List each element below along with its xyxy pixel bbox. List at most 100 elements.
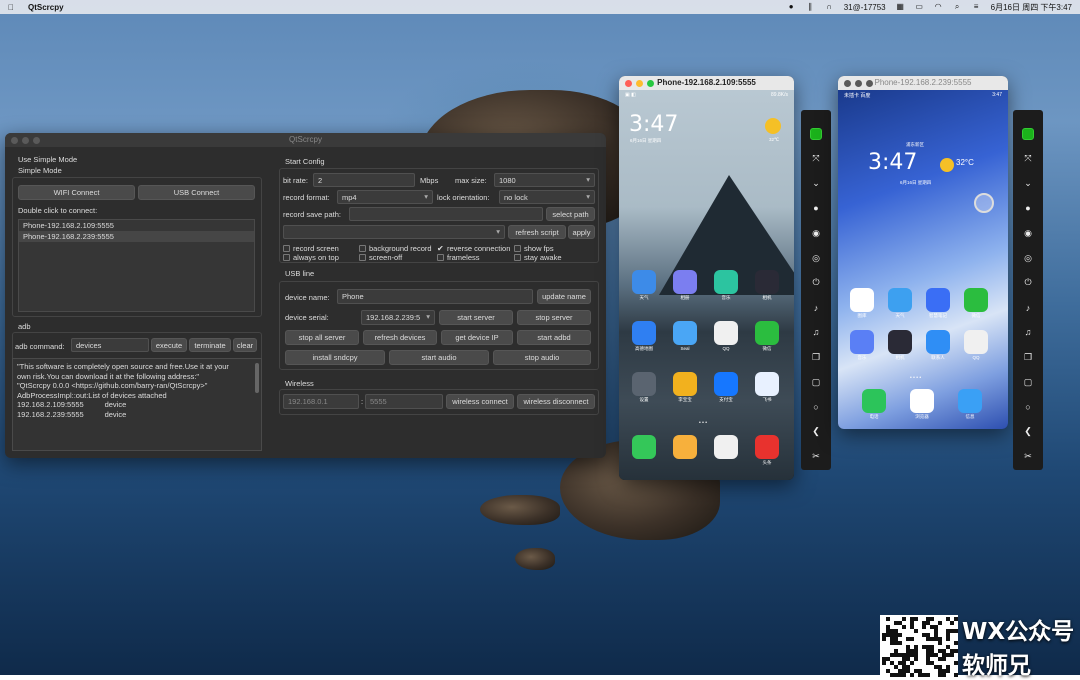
record-screen-checkbox[interactable]: record screen xyxy=(283,244,339,253)
app-menu-name[interactable]: QtScrcpy xyxy=(28,3,64,12)
record-save-path-input[interactable] xyxy=(349,207,543,221)
status-circle-icon[interactable]: ● xyxy=(787,3,796,11)
apply-button[interactable]: apply xyxy=(568,225,595,239)
volume-up-icon[interactable]: ♪ xyxy=(808,300,824,316)
always-on-top-checkbox[interactable]: always on top xyxy=(283,253,339,262)
wireless-port-input[interactable]: 5555 xyxy=(365,394,443,409)
square-icon[interactable]: ▢ xyxy=(1020,374,1036,390)
log-output[interactable]: "This software is completely open source… xyxy=(12,358,262,451)
frameless-checkbox[interactable]: frameless xyxy=(437,253,480,262)
device-list[interactable]: Phone-192.168.2.109:5555 Phone-192.168.2… xyxy=(18,219,255,312)
network-status[interactable]: 31@-17753 xyxy=(844,3,886,12)
phone-screen[interactable]: 未插卡 百度 3:47 浦东新区 3:47 32°C 6月16日 星期四 图库 天气… xyxy=(838,90,1008,429)
headphone-icon[interactable]: ∩ xyxy=(825,3,834,11)
volume-up-icon[interactable]: ♪ xyxy=(1020,300,1036,316)
wifi-connect-button[interactable]: WIFI Connect xyxy=(18,185,135,200)
update-name-button[interactable]: update name xyxy=(537,289,591,304)
app-icon[interactable] xyxy=(714,372,738,396)
app-icon[interactable] xyxy=(714,435,738,459)
fullscreen-icon[interactable]: ⤧ xyxy=(1020,151,1036,167)
wifi-icon[interactable]: ◠ xyxy=(934,3,943,11)
search-icon[interactable]: ⌕ xyxy=(953,3,962,11)
terminate-button[interactable]: terminate xyxy=(189,338,231,352)
start-adbd-button[interactable]: start adbd xyxy=(517,330,591,345)
app-icon[interactable] xyxy=(755,321,779,345)
dock-app-icon[interactable] xyxy=(862,389,886,413)
circle-icon[interactable]: ○ xyxy=(808,399,824,415)
device-item[interactable]: Phone-192.168.2.239:5555 xyxy=(19,231,254,242)
device-name-input[interactable]: Phone xyxy=(337,289,533,304)
max-size-select[interactable]: 1080 xyxy=(494,173,595,187)
stay-awake-checkbox[interactable]: stay awake xyxy=(514,253,562,262)
floating-ball-icon[interactable] xyxy=(974,193,994,213)
wireless-connect-button[interactable]: wireless connect xyxy=(446,394,514,409)
script-select[interactable] xyxy=(283,225,505,239)
wireless-ip-input[interactable]: 192.168.0.1 xyxy=(283,394,359,409)
usb-connect-button[interactable]: USB Connect xyxy=(138,185,255,200)
eye-icon[interactable]: ◉ xyxy=(1020,225,1036,241)
app-icon[interactable] xyxy=(888,288,912,312)
stop-all-server-button[interactable]: stop all server xyxy=(285,330,359,345)
device-item[interactable]: Phone-192.168.2.109:5555 xyxy=(19,220,254,231)
scissors-icon[interactable]: ✂ xyxy=(808,448,824,464)
app-icon[interactable] xyxy=(673,435,697,459)
start-audio-button[interactable]: start audio xyxy=(389,350,489,365)
eye-icon[interactable]: ◉ xyxy=(808,225,824,241)
app-icon[interactable] xyxy=(714,321,738,345)
app-icon[interactable] xyxy=(673,270,697,294)
fullscreen-icon[interactable]: ⤧ xyxy=(808,151,824,167)
refresh-devices-button[interactable]: refresh devices xyxy=(363,330,437,345)
volume-down-icon[interactable]: ♫ xyxy=(1020,324,1036,340)
power-status-icon[interactable] xyxy=(1022,128,1034,140)
collapse-icon[interactable]: ⌄ xyxy=(1020,176,1036,192)
reverse-connection-checkbox[interactable]: ✔ reverse connection xyxy=(437,244,510,253)
app-icon[interactable] xyxy=(964,330,988,354)
copy-icon[interactable]: ❐ xyxy=(808,349,824,365)
dot-icon[interactable]: ● xyxy=(808,200,824,216)
app-icon[interactable] xyxy=(632,270,656,294)
grid-icon[interactable]: ▦ xyxy=(896,3,905,11)
refresh-script-button[interactable]: refresh script xyxy=(508,225,566,239)
app-icon[interactable] xyxy=(850,288,874,312)
dot-icon[interactable]: ● xyxy=(1020,200,1036,216)
app-icon[interactable] xyxy=(850,330,874,354)
back-icon[interactable]: ❮ xyxy=(808,424,824,440)
clear-button[interactable]: clear xyxy=(233,338,257,352)
bars-icon[interactable]: ∥ xyxy=(806,3,815,11)
execute-button[interactable]: execute xyxy=(151,338,187,352)
stop-server-button[interactable]: stop server xyxy=(517,310,591,325)
app-icon[interactable] xyxy=(673,321,697,345)
collapse-icon[interactable]: ⌄ xyxy=(808,176,824,192)
power-icon[interactable]: ⏻ xyxy=(808,275,824,291)
circle-icon[interactable]: ○ xyxy=(1020,399,1036,415)
app-icon[interactable] xyxy=(714,270,738,294)
app-icon[interactable] xyxy=(755,372,779,396)
app-icon[interactable] xyxy=(926,288,950,312)
app-icon[interactable] xyxy=(673,372,697,396)
scissors-icon[interactable]: ✂ xyxy=(1020,448,1036,464)
use-simple-mode-checkbox[interactable]: Use Simple Mode xyxy=(11,155,77,164)
app-icon[interactable] xyxy=(632,372,656,396)
menubar-clock[interactable]: 6月16日 周四 下午3:47 xyxy=(991,2,1072,13)
record-format-select[interactable]: mp4 xyxy=(337,190,433,204)
app-icon[interactable] xyxy=(755,435,779,459)
battery-icon[interactable]: ▭ xyxy=(915,3,924,11)
phone-screen[interactable]: ▣ ◧ 89.8K/s 3:47 6月16日 星期四 32℃ 天气 相册 音乐 相机 高德… xyxy=(619,90,794,480)
wireless-disconnect-button[interactable]: wireless disconnect xyxy=(517,394,595,409)
app-icon[interactable] xyxy=(888,330,912,354)
app-icon[interactable] xyxy=(632,435,656,459)
dock-app-icon[interactable] xyxy=(910,389,934,413)
volume-down-icon[interactable]: ♫ xyxy=(808,324,824,340)
show-fps-checkbox[interactable]: show fps xyxy=(514,244,554,253)
control-center-icon[interactable]: ≡ xyxy=(972,3,981,11)
app-icon[interactable] xyxy=(926,330,950,354)
adb-command-input[interactable]: devices xyxy=(71,338,149,352)
device-serial-select[interactable]: 192.168.2.239:5 xyxy=(361,310,435,325)
lock-orientation-select[interactable]: no lock xyxy=(499,190,595,204)
apple-menu-icon[interactable]:  xyxy=(8,3,14,12)
app-icon[interactable] xyxy=(964,288,988,312)
app-icon[interactable] xyxy=(755,270,779,294)
get-device-ip-button[interactable]: get device IP xyxy=(441,330,513,345)
bit-rate-input[interactable]: 2 xyxy=(313,173,415,187)
log-scrollbar[interactable] xyxy=(255,363,259,393)
